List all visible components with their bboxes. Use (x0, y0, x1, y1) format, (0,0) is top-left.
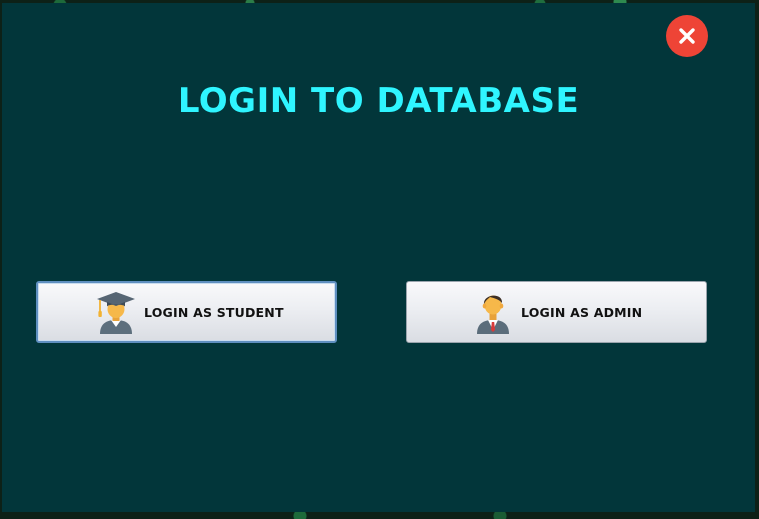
login-as-student-label: LOGIN AS STUDENT (144, 304, 284, 320)
admin-user-icon (477, 295, 509, 334)
close-button[interactable] (666, 15, 708, 57)
page-title: LOGIN TO DATABASE (177, 81, 580, 121)
login-window: LOGIN TO DATABASE LOGIN AS STUDENT LOGIN… (2, 3, 755, 512)
login-as-student-button[interactable]: LOGIN AS STUDENT (36, 281, 337, 343)
login-as-admin-button[interactable]: LOGIN AS ADMIN (406, 281, 707, 343)
close-icon (679, 28, 695, 44)
graduate-student-icon (97, 292, 135, 334)
login-as-admin-label: LOGIN AS ADMIN (521, 304, 643, 320)
